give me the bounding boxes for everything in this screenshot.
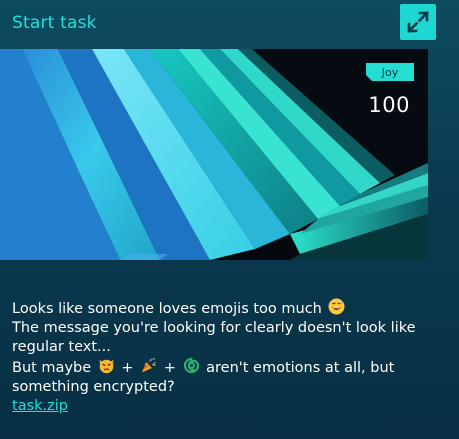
description-line-5: something encrypted?: [12, 379, 175, 395]
pouting-cat-emoji: [99, 359, 114, 374]
description-line-1: Looks like someone loves emojis too much: [12, 298, 432, 319]
cyclone-emoji: [183, 357, 199, 374]
description-line-4: But maybe + + aren't emotions at all, bu…: [12, 357, 432, 378]
description-line-2: The message you're looking for clearly d…: [12, 320, 416, 336]
category-badge: Joy: [366, 63, 414, 81]
task-description: Looks like someone loves emojis too much…: [12, 298, 432, 416]
task-card: Start task Joy 100 Looks like someone lo…: [0, 0, 459, 439]
expand-button[interactable]: [400, 4, 436, 40]
task-banner-image: [0, 49, 428, 260]
description-line-3: regular text...: [12, 339, 111, 355]
points-value: 100: [368, 93, 410, 117]
attachment-link[interactable]: task.zip: [12, 398, 68, 414]
task-title: Start task: [12, 13, 97, 33]
expand-icon: [407, 11, 429, 33]
party-popper-emoji: [142, 358, 157, 373]
grinning-sweat-emoji: [328, 298, 345, 315]
